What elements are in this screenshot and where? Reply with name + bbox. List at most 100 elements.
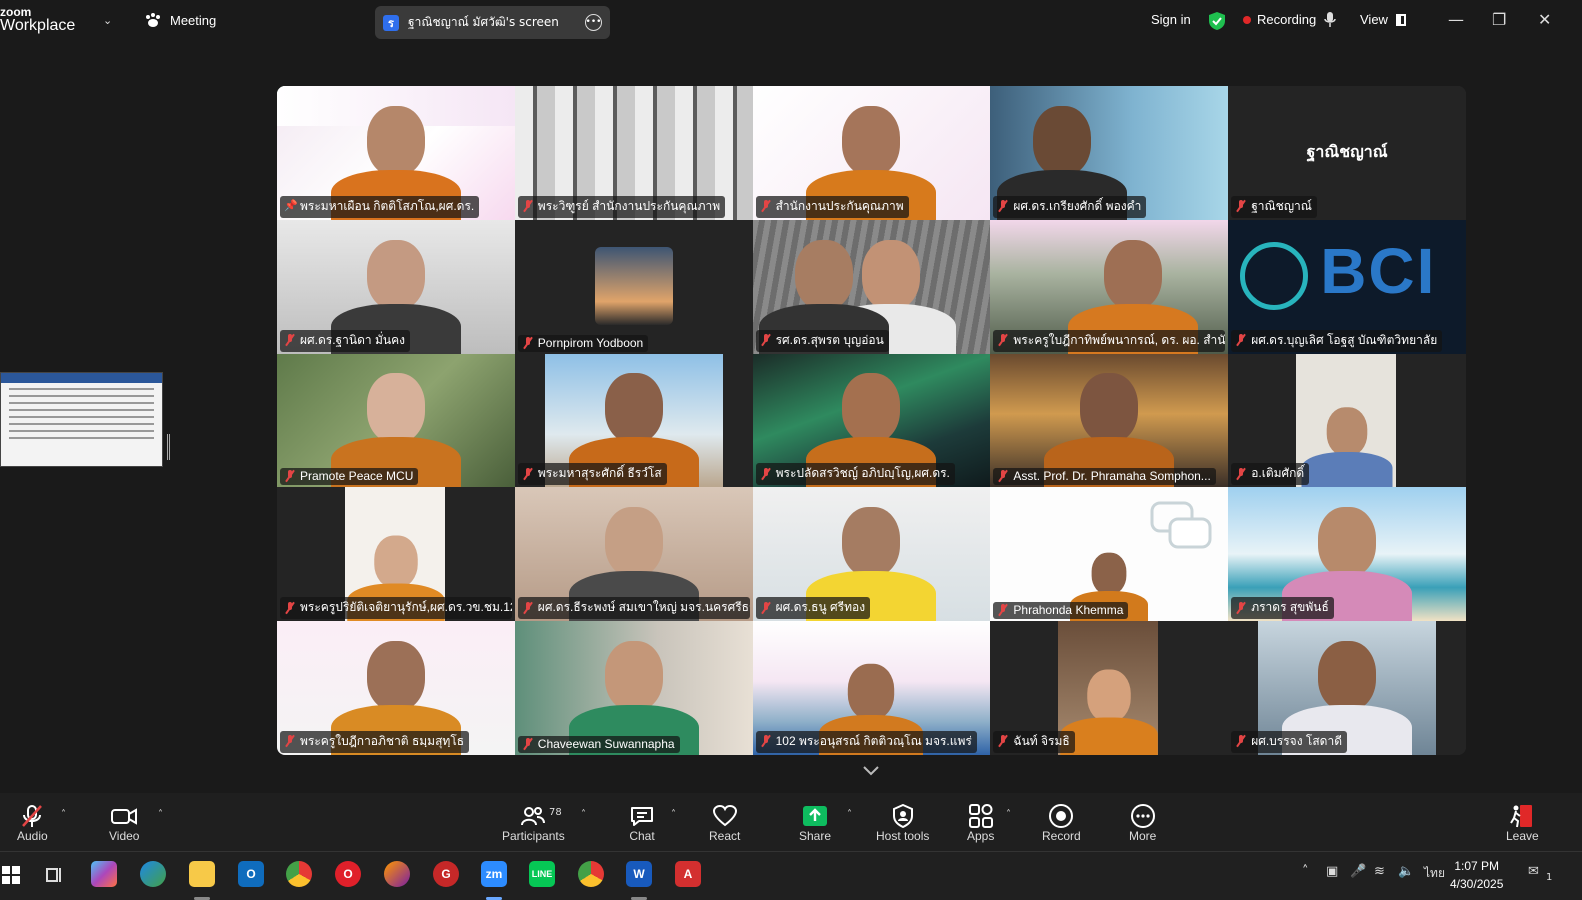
apps-button[interactable]: Apps xyxy=(967,803,994,843)
view-button[interactable]: View xyxy=(1360,12,1406,27)
participant-tile[interactable]: พระครูใบฎีกาทิพย์พนากรณ์, ดร. ผอ. สำนั..… xyxy=(990,219,1229,354)
line-icon[interactable]: LINE xyxy=(529,861,555,887)
close-icon[interactable]: ✕ xyxy=(1538,10,1551,29)
participant-tile[interactable]: 102 พระอนุสรณ์ กิตติวณฺโณ มจร.แพร่ xyxy=(752,621,991,755)
participant-tile[interactable]: BCI ผศ.ดร.บุญเลิศ โอฐสู บัณฑิตวิทยาลัย xyxy=(1228,219,1466,354)
firefox-icon[interactable] xyxy=(384,861,410,887)
minimize-icon[interactable]: — xyxy=(1448,10,1464,29)
chat-button[interactable]: Chat xyxy=(629,803,655,843)
outlook-icon[interactable]: O xyxy=(238,861,264,887)
notification-icon[interactable]: ✉ xyxy=(1528,864,1539,879)
record-icon xyxy=(1049,804,1074,828)
participant-tile[interactable]: พระปลัดสรวิชญ์ อภิปญฺโญ,ผศ.ดร. xyxy=(752,353,991,488)
zoom-app-icon[interactable]: zm xyxy=(481,861,507,887)
record-label: Record xyxy=(1042,829,1081,843)
file-explorer-icon[interactable] xyxy=(189,861,215,887)
chrome-profile-icon[interactable] xyxy=(578,861,604,887)
app-tray-icon[interactable]: ▣ xyxy=(1326,864,1338,879)
muted-mic-icon xyxy=(997,735,1009,747)
muted-mic-icon xyxy=(760,334,772,346)
chevron-up-icon[interactable]: ˄ xyxy=(581,809,586,820)
restore-icon[interactable]: ❐ xyxy=(1492,10,1506,29)
avatar xyxy=(594,246,673,325)
participant-tile[interactable]: ผศ.ดร.ธนู ศรีทอง xyxy=(752,487,991,622)
wifi-icon[interactable]: ≋ xyxy=(1374,864,1385,879)
windows-start-icon[interactable] xyxy=(2,866,20,884)
chevron-up-icon[interactable]: ˄ xyxy=(1302,864,1309,879)
task-view-icon[interactable] xyxy=(44,865,64,885)
word-icon[interactable]: W xyxy=(626,861,652,887)
chevron-down-icon[interactable] xyxy=(862,764,880,778)
record-button[interactable]: Record xyxy=(1042,803,1081,843)
chevron-up-icon[interactable]: ˄ xyxy=(61,809,66,820)
participant-tile[interactable]: 📌 พระมหาเผือน กิตติโสภโณ,ผศ.ดร. xyxy=(277,86,515,220)
participant-name: อ.เติมศักดิ์ xyxy=(1251,466,1305,481)
participant-tile[interactable]: สำนักงานประกันคุณภาพ xyxy=(752,86,991,220)
muted-mic-icon xyxy=(522,336,534,349)
participant-tile[interactable]: Chaveewan Suwannapha xyxy=(514,621,753,755)
participant-tile[interactable]: Asst. Prof. Dr. Phramaha Somphon... xyxy=(990,353,1229,488)
participant-tile[interactable]: ฉันท์ จิรมธิ xyxy=(990,621,1229,755)
shared-screen-thumbnail[interactable] xyxy=(0,372,163,467)
microphone-icon[interactable] xyxy=(1323,11,1337,29)
participant-tile[interactable]: ผศ.ดร.เกรียงศักดิ์ พองคำ xyxy=(990,86,1229,220)
acrobat-icon[interactable]: A xyxy=(675,861,701,887)
sign-in-button[interactable]: Sign in xyxy=(1151,12,1191,27)
microphone-icon[interactable]: 🎤 xyxy=(1350,864,1366,879)
participant-tile[interactable]: ผศ.ดร.ธีระพงษ์ สมเขาใหญ่ มจร.นครศรีธร... xyxy=(514,487,753,622)
more-options-icon[interactable]: ••• xyxy=(585,14,602,31)
chrome-icon[interactable] xyxy=(286,861,312,887)
participant-name: พระครูใบฎีกาอภิชาติ ธมฺมสุทฺโธ xyxy=(300,733,465,748)
audio-button[interactable]: Audio xyxy=(17,803,48,843)
video-gallery: 📌 พระมหาเผือน กิตติโสภโณ,ผศ.ดร. พระวิฑูรย… xyxy=(277,86,1466,755)
participant-tile[interactable]: พระครูใบฎีกาอภิชาติ ธมฺมสุทฺโธ xyxy=(277,621,515,755)
participant-name: พระครูปริยัติเจติยานุรักษ์,ผศ.ดร.วข.ชม.1… xyxy=(300,600,512,615)
participant-tile[interactable]: Pramote Peace MCU xyxy=(277,353,515,488)
participant-tile[interactable]: ฐาณิชญาณ์ ฐาณิชญาณ์ xyxy=(1228,86,1466,220)
participant-tile[interactable]: อ.เติมศักดิ์ xyxy=(1228,353,1466,488)
heart-icon xyxy=(712,804,737,827)
screen-share-label: ฐาณิชญาณ์ มัศวัฒิ's screen xyxy=(408,15,559,29)
participant-tile[interactable]: ผศ.ดร.ฐานิดา มั่นคง xyxy=(277,219,515,354)
react-button[interactable]: React xyxy=(709,803,740,843)
participant-tile[interactable]: ภราดร สุขพันธ์ xyxy=(1228,487,1466,622)
participant-name: Chaveewan Suwannapha xyxy=(537,736,675,751)
participant-tile[interactable]: พระวิฑูรย์ สำนักงานประกันคุณภาพ xyxy=(514,86,753,220)
video-button[interactable]: Video xyxy=(109,803,139,843)
participant-tile[interactable]: พระมหาสุระศักดิ์ ธีรวํโส xyxy=(514,353,753,488)
chevron-up-icon[interactable]: ˄ xyxy=(158,809,163,820)
screen-share-indicator[interactable]: ร ฐาณิชญาณ์ มัศวัฒิ's screen ••• xyxy=(375,6,610,39)
edge-icon[interactable] xyxy=(140,861,166,887)
chevron-up-icon[interactable]: ˄ xyxy=(847,809,852,820)
participant-name: Phrahonda Khemma xyxy=(1013,603,1124,618)
participant-tile[interactable]: พระครูปริยัติเจติยานุรักษ์,ผศ.ดร.วข.ชม.1… xyxy=(277,487,515,622)
speaker-icon[interactable]: 🔈 xyxy=(1398,864,1414,879)
share-label: Share xyxy=(799,829,832,843)
participant-tile[interactable]: Phrahonda Khemma xyxy=(990,487,1229,622)
participant-name: พระครูใบฎีกาทิพย์พนากรณ์, ดร. ผอ. สำนั..… xyxy=(1013,332,1226,347)
host-tools-button[interactable]: Host tools xyxy=(876,803,929,843)
participant-tile[interactable]: รศ.ดร.สุพรต บุญอ่อน xyxy=(752,219,991,354)
chevron-up-icon[interactable]: ˄ xyxy=(671,809,676,820)
chevron-down-icon[interactable]: ⌄ xyxy=(103,14,112,27)
chevron-up-icon[interactable]: ˄ xyxy=(1006,809,1011,820)
share-button[interactable]: Share xyxy=(799,803,831,843)
participant-name: รศ.ดร.สุพรต บุญอ่อน xyxy=(775,332,884,347)
participant-tile[interactable]: ผศ.บรรจง โสดาดี xyxy=(1228,621,1466,755)
audio-label: Audio xyxy=(17,829,48,843)
participant-tile[interactable]: Pornpirom Yodboon xyxy=(514,219,753,354)
opera-icon[interactable]: O xyxy=(335,861,361,887)
muted-microphone-icon xyxy=(22,805,43,827)
input-language[interactable]: ไทย xyxy=(1424,864,1445,883)
app-icon[interactable]: G xyxy=(433,861,459,887)
muted-mic-icon xyxy=(760,200,772,212)
shield-check-icon[interactable] xyxy=(1208,11,1226,31)
system-clock[interactable]: 1:07 PM 4/30/2025 xyxy=(1450,857,1503,893)
resize-handle[interactable] xyxy=(167,434,170,460)
leave-button[interactable]: Leave xyxy=(1506,803,1539,843)
copilot-icon[interactable] xyxy=(91,861,117,887)
more-button[interactable]: More xyxy=(1129,803,1156,843)
muted-mic-icon xyxy=(1235,200,1247,212)
meeting-menu-button[interactable]: Meeting xyxy=(144,12,216,28)
recording-indicator[interactable]: Recording xyxy=(1243,12,1316,27)
